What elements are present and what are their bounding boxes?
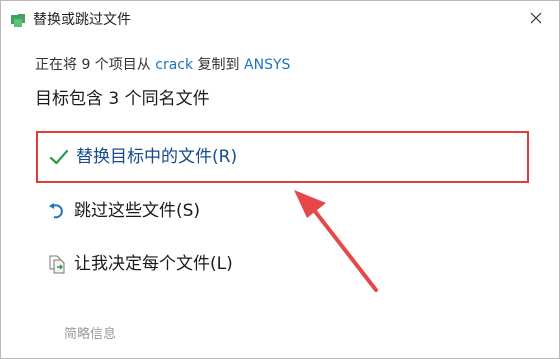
close-button[interactable]: [513, 1, 559, 35]
replace-or-skip-dialog: 替换或跳过文件 正在将 9 个项目从 crack 复制到 ANSYS 目标包含 …: [0, 0, 560, 359]
replace-files-label: 替换目标中的文件(R): [76, 147, 238, 167]
checkmark-icon: [48, 146, 70, 168]
title-bar[interactable]: 替换或跳过文件: [1, 1, 559, 39]
fewer-details-link[interactable]: 简略信息: [64, 326, 116, 344]
skip-files-option[interactable]: 跳过这些文件(S): [36, 185, 529, 237]
compare-files-icon: [46, 253, 68, 275]
file-copy-app-icon: [10, 12, 26, 28]
copy-status-text: 正在将 9 个项目从 crack 复制到 ANSYS: [35, 55, 290, 75]
skip-arrow-icon: [46, 200, 68, 222]
conflict-heading: 目标包含 3 个同名文件: [35, 89, 210, 109]
window-title: 替换或跳过文件: [33, 12, 131, 28]
close-icon: [530, 12, 542, 24]
replace-files-option[interactable]: 替换目标中的文件(R): [36, 131, 529, 183]
skip-files-label: 跳过这些文件(S): [74, 201, 201, 221]
source-folder-link[interactable]: crack: [155, 57, 193, 73]
decide-each-file-option[interactable]: 让我决定每个文件(L): [36, 238, 529, 290]
copy-status-prefix: 正在将 9 个项目从: [35, 57, 156, 73]
copy-status-middle: 复制到: [193, 57, 245, 73]
destination-folder-link[interactable]: ANSYS: [244, 57, 290, 73]
decide-each-file-label: 让我决定每个文件(L): [74, 254, 233, 274]
